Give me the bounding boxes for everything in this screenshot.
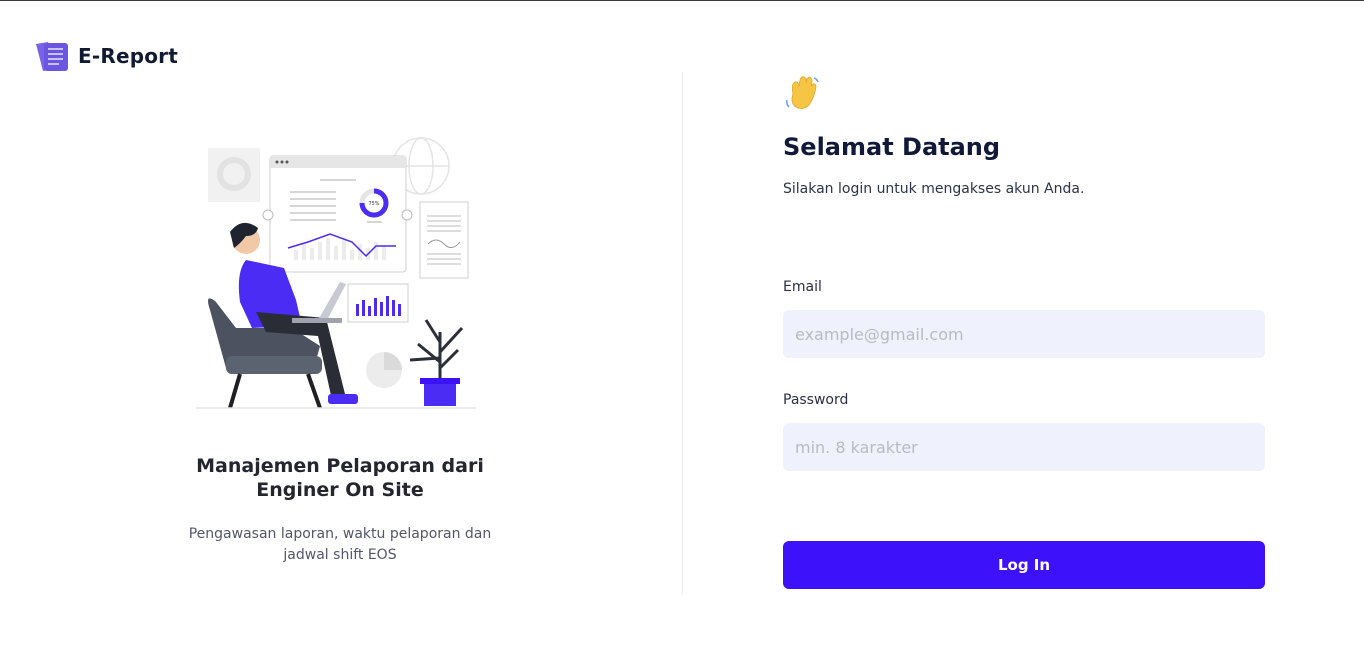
password-input[interactable] [783, 423, 1265, 471]
welcome-subtitle: Silakan login untuk mengakses akun Anda. [783, 181, 1085, 197]
donut-badge: 75% [368, 201, 379, 207]
brand[interactable]: E-Report [34, 40, 178, 72]
left-title: Manajemen Pelaporan dari Enginer On Site [196, 455, 484, 501]
email-input[interactable] [783, 310, 1265, 358]
top-border [0, 0, 1364, 1]
left-subtitle: Pengawasan laporan, waktu pelaporan dan … [188, 526, 492, 563]
waving-hand-icon [786, 76, 819, 109]
password-label: Password [783, 392, 849, 408]
welcome-title: Selamat Datang [783, 133, 1001, 161]
analytics-illustration: 75% [196, 137, 476, 409]
vertical-divider [682, 72, 683, 594]
login-button[interactable]: Log In [783, 541, 1265, 589]
brand-name: E-Report [78, 44, 179, 68]
email-label: Email [783, 279, 822, 295]
report-logo-icon [36, 42, 68, 71]
